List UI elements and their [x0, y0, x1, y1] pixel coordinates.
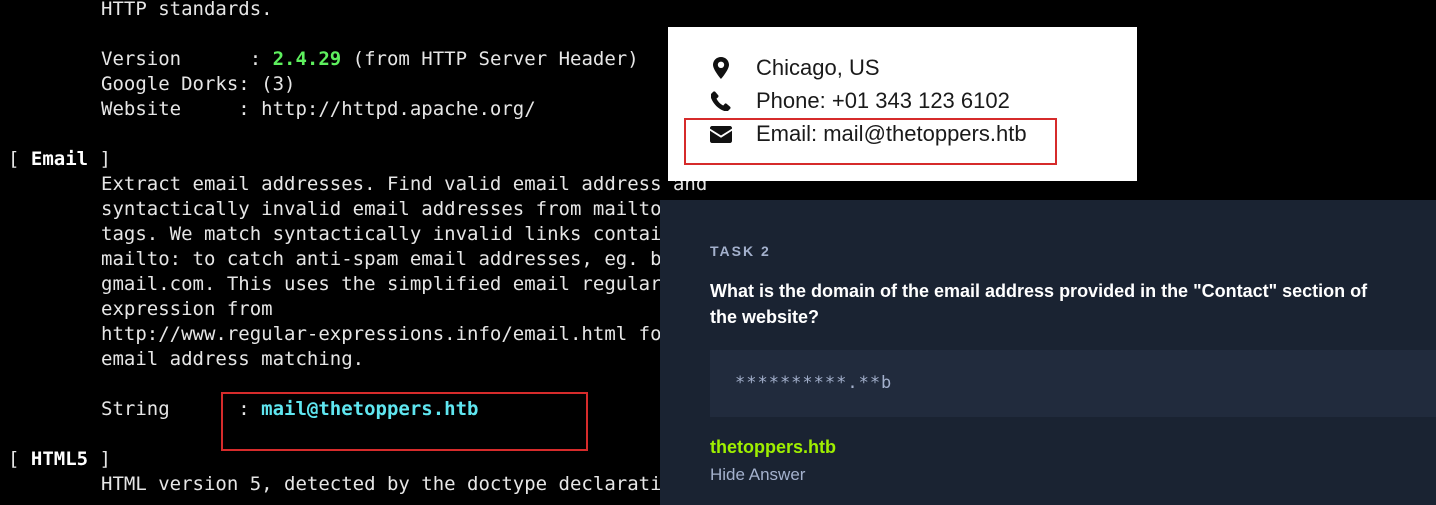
terminal-line: HTML version 5, detected by the doctype … — [101, 473, 685, 495]
terminal-line: Extract email addresses. Find valid emai… — [101, 173, 708, 195]
terminal-line: tags. We match syntactically invalid lin… — [101, 223, 708, 245]
contact-phone-text: Phone: +01 343 123 6102 — [756, 88, 1010, 113]
terminal-line: mailto: to catch anti-spam email address… — [101, 248, 719, 270]
task-question: What is the domain of the email address … — [710, 281, 1368, 327]
terminal-line: gmail.com. This uses the simplified emai… — [101, 273, 662, 295]
version-value: 2.4.29 — [272, 48, 342, 70]
map-marker-icon — [710, 57, 732, 79]
version-suffix: (from HTTP Server Header) — [341, 48, 639, 70]
revealed-answer: thetoppers.htb — [710, 437, 836, 457]
contact-highlight-box — [684, 118, 1057, 165]
terminal-line: Website : http://httpd.apache.org/ — [101, 98, 536, 120]
task-label: TASK 2 — [710, 243, 771, 259]
html5-section-header: [ HTML5 ] — [8, 448, 111, 470]
terminal-line: Google Dorks: (3) — [101, 73, 296, 95]
terminal-highlight-box — [221, 392, 588, 451]
terminal-line: HTTP standards. — [101, 0, 273, 20]
terminal-line-version: Version : 2.4.29 (from HTTP Server Heade… — [101, 48, 639, 70]
terminal-line: syntactically invalid email addresses fr… — [101, 198, 731, 220]
answer-input[interactable]: **********.**b — [710, 350, 1436, 417]
terminal-line: http://www.regular-expressions.info/emai… — [101, 323, 742, 345]
contact-panel: Chicago, US Phone: +01 343 123 6102 Emai… — [668, 27, 1137, 181]
contact-phone: Phone: +01 343 123 6102 — [710, 86, 1010, 116]
terminal-line: expression from — [101, 298, 273, 320]
masked-answer: **********.**b — [735, 373, 893, 393]
email-section-header: [ Email ] — [8, 148, 111, 170]
contact-location: Chicago, US — [710, 53, 880, 83]
hide-answer-button[interactable]: Hide Answer — [710, 465, 805, 485]
terminal-line: email address matching. — [101, 348, 365, 370]
task-card: TASK 2 What is the domain of the email a… — [660, 200, 1436, 505]
phone-icon — [710, 90, 732, 112]
contact-location-text: Chicago, US — [756, 55, 880, 80]
